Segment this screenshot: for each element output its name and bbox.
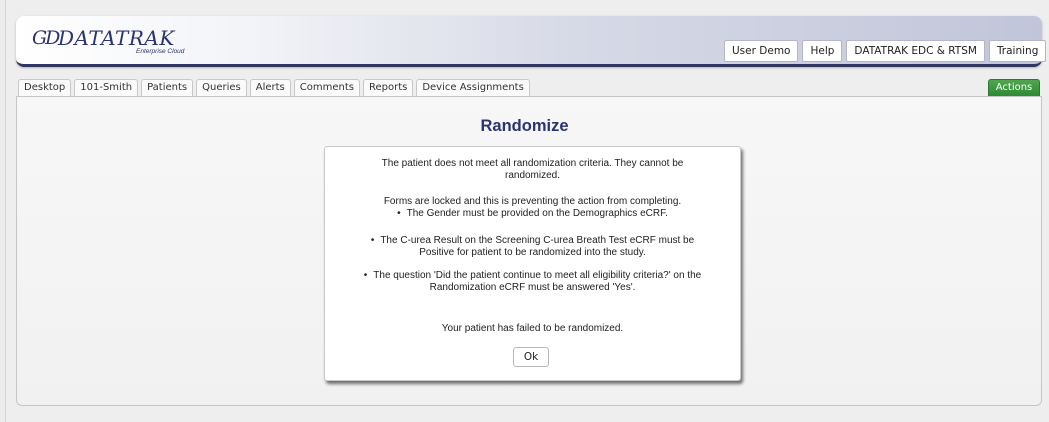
help-button[interactable]: Help bbox=[802, 40, 843, 62]
curea-requirement-text: The C-urea Result on the Screening C-ure… bbox=[380, 235, 695, 246]
eligibility-requirement-text: The question 'Did the patient continue t… bbox=[373, 270, 702, 281]
locked-forms-message: Forms are locked and this is preventing … bbox=[383, 196, 682, 207]
actions-tab[interactable]: Actions bbox=[988, 79, 1040, 96]
top-nav: User Demo Help DATATRAK EDC & RTSM Train… bbox=[724, 40, 1047, 62]
randomize-error-dialog: The patient does not meet all randomizat… bbox=[324, 146, 741, 381]
tab-patients[interactable]: Patients bbox=[141, 79, 194, 96]
tab-patient-101-smith[interactable]: 101-Smith bbox=[74, 79, 139, 96]
edc-rtsm-button[interactable]: DATATRAK EDC & RTSM bbox=[846, 40, 985, 62]
failure-message: Your patient has failed to be randomized… bbox=[441, 323, 624, 334]
training-button[interactable]: Training bbox=[988, 40, 1047, 62]
tab-desktop[interactable]: Desktop bbox=[18, 79, 72, 96]
logo-mark: GD bbox=[32, 27, 60, 49]
eligibility-requirement-line-2: Randomization eCRF must be answered 'Yes… bbox=[429, 282, 636, 293]
datatrak-logo[interactable]: GD DATATRAK Enterprise Cloud bbox=[32, 22, 202, 56]
user-demo-button[interactable]: User Demo bbox=[724, 40, 799, 62]
eligibility-requirement-line-1: The question 'Did the patient continue t… bbox=[335, 270, 730, 282]
logo-text: DATATRAK bbox=[58, 26, 175, 50]
tab-reports[interactable]: Reports bbox=[362, 79, 414, 96]
logo-subtitle: Enterprise Cloud bbox=[136, 48, 185, 55]
tab-queries[interactable]: Queries bbox=[196, 79, 247, 96]
tab-device-assignments[interactable]: Device Assignments bbox=[416, 79, 530, 96]
page-title: Randomize bbox=[480, 117, 569, 135]
tab-alerts[interactable]: Alerts bbox=[249, 79, 291, 96]
tab-bar: Desktop 101-Smith Patients Queries Alert… bbox=[18, 79, 530, 96]
gender-requirement: The Gender must be provided on the Demog… bbox=[335, 208, 730, 220]
curea-requirement-line-2: Positive for patient to be randomized in… bbox=[419, 247, 646, 258]
ok-button[interactable]: Ok bbox=[513, 347, 549, 367]
curea-requirement-line-1: The C-urea Result on the Screening C-ure… bbox=[335, 235, 730, 247]
tab-comments[interactable]: Comments bbox=[293, 79, 360, 96]
criteria-message-line-2: randomized. bbox=[504, 170, 561, 181]
header-bar: GD DATATRAK Enterprise Cloud User Demo H… bbox=[16, 16, 1047, 67]
criteria-message-line-1: The patient does not meet all randomizat… bbox=[381, 158, 684, 169]
